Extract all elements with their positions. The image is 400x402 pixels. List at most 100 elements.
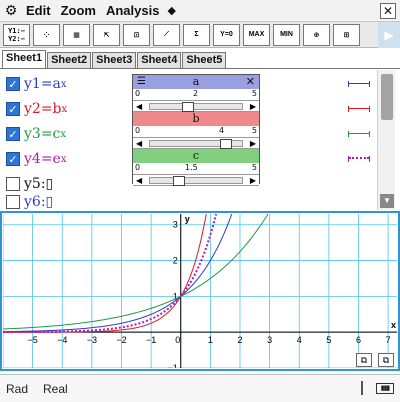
- function-row-y3[interactable]: ✓ y3=c x: [6, 124, 66, 144]
- checkbox-y2[interactable]: ✓: [6, 102, 20, 116]
- slider-a-min: 0: [135, 89, 141, 98]
- checkbox-y6[interactable]: [6, 195, 20, 209]
- x-tick-label: 5: [326, 335, 331, 345]
- slider-b-min: 0: [135, 126, 141, 135]
- copy-graph-icon[interactable]: ⧉: [356, 353, 372, 367]
- line-style-y4-icon[interactable]: [348, 156, 370, 162]
- y-switch-button[interactable]: Y1:− Y2:−: [3, 23, 30, 46]
- function-row-y5[interactable]: y5:▯: [6, 174, 53, 194]
- slider-c-max: 5: [251, 163, 257, 172]
- function-list-scrollbar[interactable]: ▼: [377, 70, 395, 210]
- slider-b-right-icon[interactable]: ▶: [250, 138, 256, 149]
- function-label-y2: y2=b: [24, 101, 62, 117]
- x-tick-label: 0: [175, 335, 180, 345]
- function-label-y4: y4=e: [24, 151, 61, 167]
- sheet-tabs: Sheet1 Sheet2 Sheet3 Sheet4 Sheet5: [0, 50, 400, 69]
- x-tick-label: 6: [356, 335, 361, 345]
- trace-button[interactable]: ⟋: [153, 23, 180, 46]
- slider-a-header: ☰ a ✕: [133, 75, 259, 89]
- slider-b-scale: 0 4 5: [133, 126, 259, 137]
- slider-c-scale: 0 1.5 5: [133, 163, 259, 174]
- function-label-y5: y5:▯: [24, 176, 54, 192]
- x-tick-label: 3: [267, 335, 272, 345]
- angle-mode-status[interactable]: Rad: [6, 382, 28, 396]
- slider-b-knob[interactable]: [220, 139, 232, 149]
- slider-b-left-icon[interactable]: ◀: [136, 138, 142, 149]
- tab-sheet3[interactable]: Sheet3: [92, 52, 137, 68]
- tab-sheet1[interactable]: Sheet1: [2, 50, 47, 68]
- slider-a-scale: 0 2 5: [133, 89, 259, 100]
- view-window-button[interactable]: ⇱: [93, 23, 120, 46]
- sketch-button[interactable]: Σ: [183, 23, 210, 46]
- table-input-button[interactable]: ⁘: [33, 23, 60, 46]
- root-button[interactable]: Y=0: [213, 23, 240, 46]
- x-tick-label: 4: [297, 335, 302, 345]
- zoom-box-button[interactable]: ⊡: [123, 23, 150, 46]
- function-label-y6: y6:▯: [24, 194, 54, 210]
- slider-c-track[interactable]: [149, 176, 243, 186]
- line-style-y1-icon[interactable]: [348, 81, 370, 87]
- x-tick-label: −5: [27, 335, 37, 345]
- modify-button[interactable]: ⊞: [333, 23, 360, 46]
- x-tick-label: 7: [386, 335, 391, 345]
- slider-a-track[interactable]: [149, 102, 243, 112]
- slider-a[interactable]: ◀ ▶: [133, 100, 259, 112]
- slider-c-left-icon[interactable]: ◀: [136, 175, 142, 186]
- menu-icon[interactable]: ☰: [137, 75, 146, 88]
- zoom-auto-button[interactable]: ⊕: [303, 23, 330, 46]
- tab-sheet4[interactable]: Sheet4: [137, 52, 182, 68]
- slider-b-value: 4: [219, 126, 225, 135]
- diamond-icon[interactable]: ◆: [165, 4, 175, 17]
- curve-y4: [3, 214, 218, 334]
- x-tick-label: −1: [146, 335, 156, 345]
- checkbox-y3[interactable]: ✓: [6, 127, 20, 141]
- menu-zoom[interactable]: Zoom: [57, 3, 102, 18]
- y-tick-label: 2: [173, 256, 178, 266]
- toolbar-scroll-right-icon[interactable]: ▶: [378, 22, 400, 48]
- line-style-y3-icon[interactable]: [348, 131, 370, 137]
- slider-a-name: a: [192, 75, 200, 88]
- slider-a-right-icon[interactable]: ▶: [250, 101, 256, 112]
- table-view-button[interactable]: ▦: [63, 23, 90, 46]
- tab-sheet2[interactable]: Sheet2: [47, 52, 92, 68]
- close-button[interactable]: ✕: [380, 3, 396, 19]
- x-tick-label: 1: [208, 335, 213, 345]
- slider-b[interactable]: ◀ ▶: [133, 137, 259, 149]
- y-tick-label: −1: [167, 363, 177, 368]
- checkbox-y1[interactable]: ✓: [6, 77, 20, 91]
- curve-y1: [3, 214, 233, 333]
- slider-a-left-icon[interactable]: ◀: [136, 101, 142, 112]
- function-row-y6[interactable]: y6:▯: [6, 194, 53, 210]
- slider-b-track[interactable]: [149, 139, 243, 149]
- x-tick-label: −4: [57, 335, 67, 345]
- checkbox-y4[interactable]: ✓: [6, 152, 20, 166]
- slider-a-knob[interactable]: [182, 102, 194, 112]
- number-mode-status[interactable]: Real: [43, 382, 68, 396]
- min-button[interactable]: MIN: [273, 23, 300, 46]
- line-style-y2-icon[interactable]: [348, 106, 370, 112]
- function-row-y2[interactable]: ✓ y2=b x: [6, 99, 67, 119]
- menu-edit[interactable]: Edit: [22, 3, 57, 18]
- function-row-y1[interactable]: ✓ y1=a x: [6, 74, 67, 94]
- gear-icon[interactable]: ⚙: [0, 2, 22, 19]
- graph-window[interactable]: −5 −4 −3 −2 −1 0 1 2 3 4 5 6 7 3 2 1 −1 x y ⧉ ⧉: [0, 211, 400, 371]
- scroll-down-icon[interactable]: ▼: [380, 194, 394, 208]
- scrollbar-thumb[interactable]: [381, 74, 393, 120]
- slider-b-header: b: [133, 112, 259, 126]
- slider-c-right-icon[interactable]: ▶: [250, 175, 256, 186]
- tab-sheet5[interactable]: Sheet5: [182, 52, 227, 68]
- y-axis-label: y: [185, 214, 190, 224]
- max-button[interactable]: MAX: [243, 23, 270, 46]
- slider-c-knob[interactable]: [173, 176, 185, 186]
- function-row-y4[interactable]: ✓ y4=e x: [6, 149, 66, 169]
- swap-graph-icon[interactable]: ⧉: [378, 353, 394, 367]
- menu-analysis[interactable]: Analysis: [102, 3, 165, 18]
- slider-b-max: 5: [251, 126, 257, 135]
- graph-plot[interactable]: −5 −4 −3 −2 −1 0 1 2 3 4 5 6 7321−1xy: [3, 214, 397, 368]
- close-slider-icon[interactable]: ✕: [246, 75, 255, 88]
- checkbox-y5[interactable]: [6, 177, 20, 191]
- status-divider: [361, 381, 363, 395]
- status-bar: Rad Real ▮▮▮: [0, 374, 400, 402]
- slider-c[interactable]: ◀ ▶: [133, 174, 259, 186]
- x-tick-label: 2: [237, 335, 242, 345]
